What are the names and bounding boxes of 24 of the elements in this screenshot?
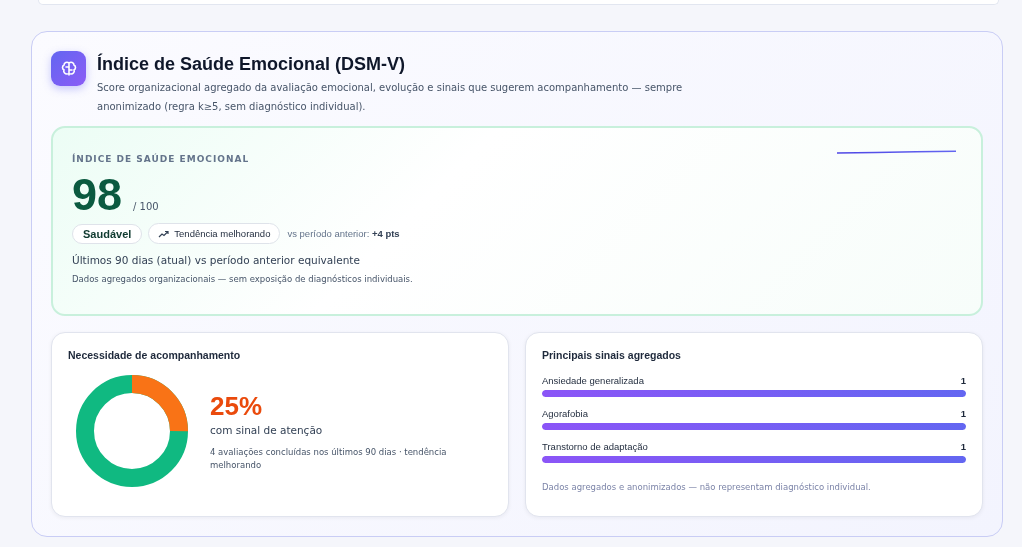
signal-count: 1 bbox=[960, 441, 966, 452]
score-scale: / 100 bbox=[133, 201, 159, 212]
note-text: Dados agregados organizacionais — sem exposição de diagnósticos individuais. bbox=[72, 274, 414, 284]
score-label: ÍNDICE DE SAÚDE EMOCIONAL bbox=[72, 154, 250, 164]
card-title: Necessidade de acompanhamento bbox=[68, 349, 242, 361]
percent-caption: com sinal de atenção bbox=[210, 423, 324, 436]
trend-up-icon bbox=[158, 229, 170, 238]
signal-label: Ansiedade generalizada bbox=[542, 375, 644, 386]
signal-label: Agorafobia bbox=[542, 408, 588, 419]
card-title: Principais sinais agregados bbox=[542, 349, 682, 361]
section-description: Score organizacional agregado da avaliação emocional, evolução e sinais que sugerem acompanhamento — sempre anonimizado (regra k≥5, sem diagnóstico individual). bbox=[97, 81, 684, 114]
note-text: Dados agregados e anonimizados — não representam diagnóstico individual. bbox=[542, 482, 872, 492]
signal-count: 1 bbox=[960, 408, 966, 419]
trend-label: Tendência melhorando bbox=[174, 228, 271, 239]
period-text: Últimos 90 dias (atual) vs período anterior equivalente bbox=[72, 254, 361, 266]
comparison-text: vs período anterior: +4 pts bbox=[287, 228, 400, 239]
signal-count: 1 bbox=[960, 375, 966, 386]
signal-label: Transtorno de adaptação bbox=[542, 441, 648, 452]
status-badge: Saudável bbox=[72, 223, 143, 244]
section-title: Índice de Saúde Emocional (DSM-V) bbox=[97, 54, 407, 75]
percent-value: 25% bbox=[210, 390, 264, 422]
detail-text: 4 avaliações concluídas nos últimos 90 dias · tendência melhorando bbox=[210, 445, 448, 472]
score-value: 98 bbox=[72, 170, 123, 220]
brain-icon bbox=[51, 51, 86, 86]
